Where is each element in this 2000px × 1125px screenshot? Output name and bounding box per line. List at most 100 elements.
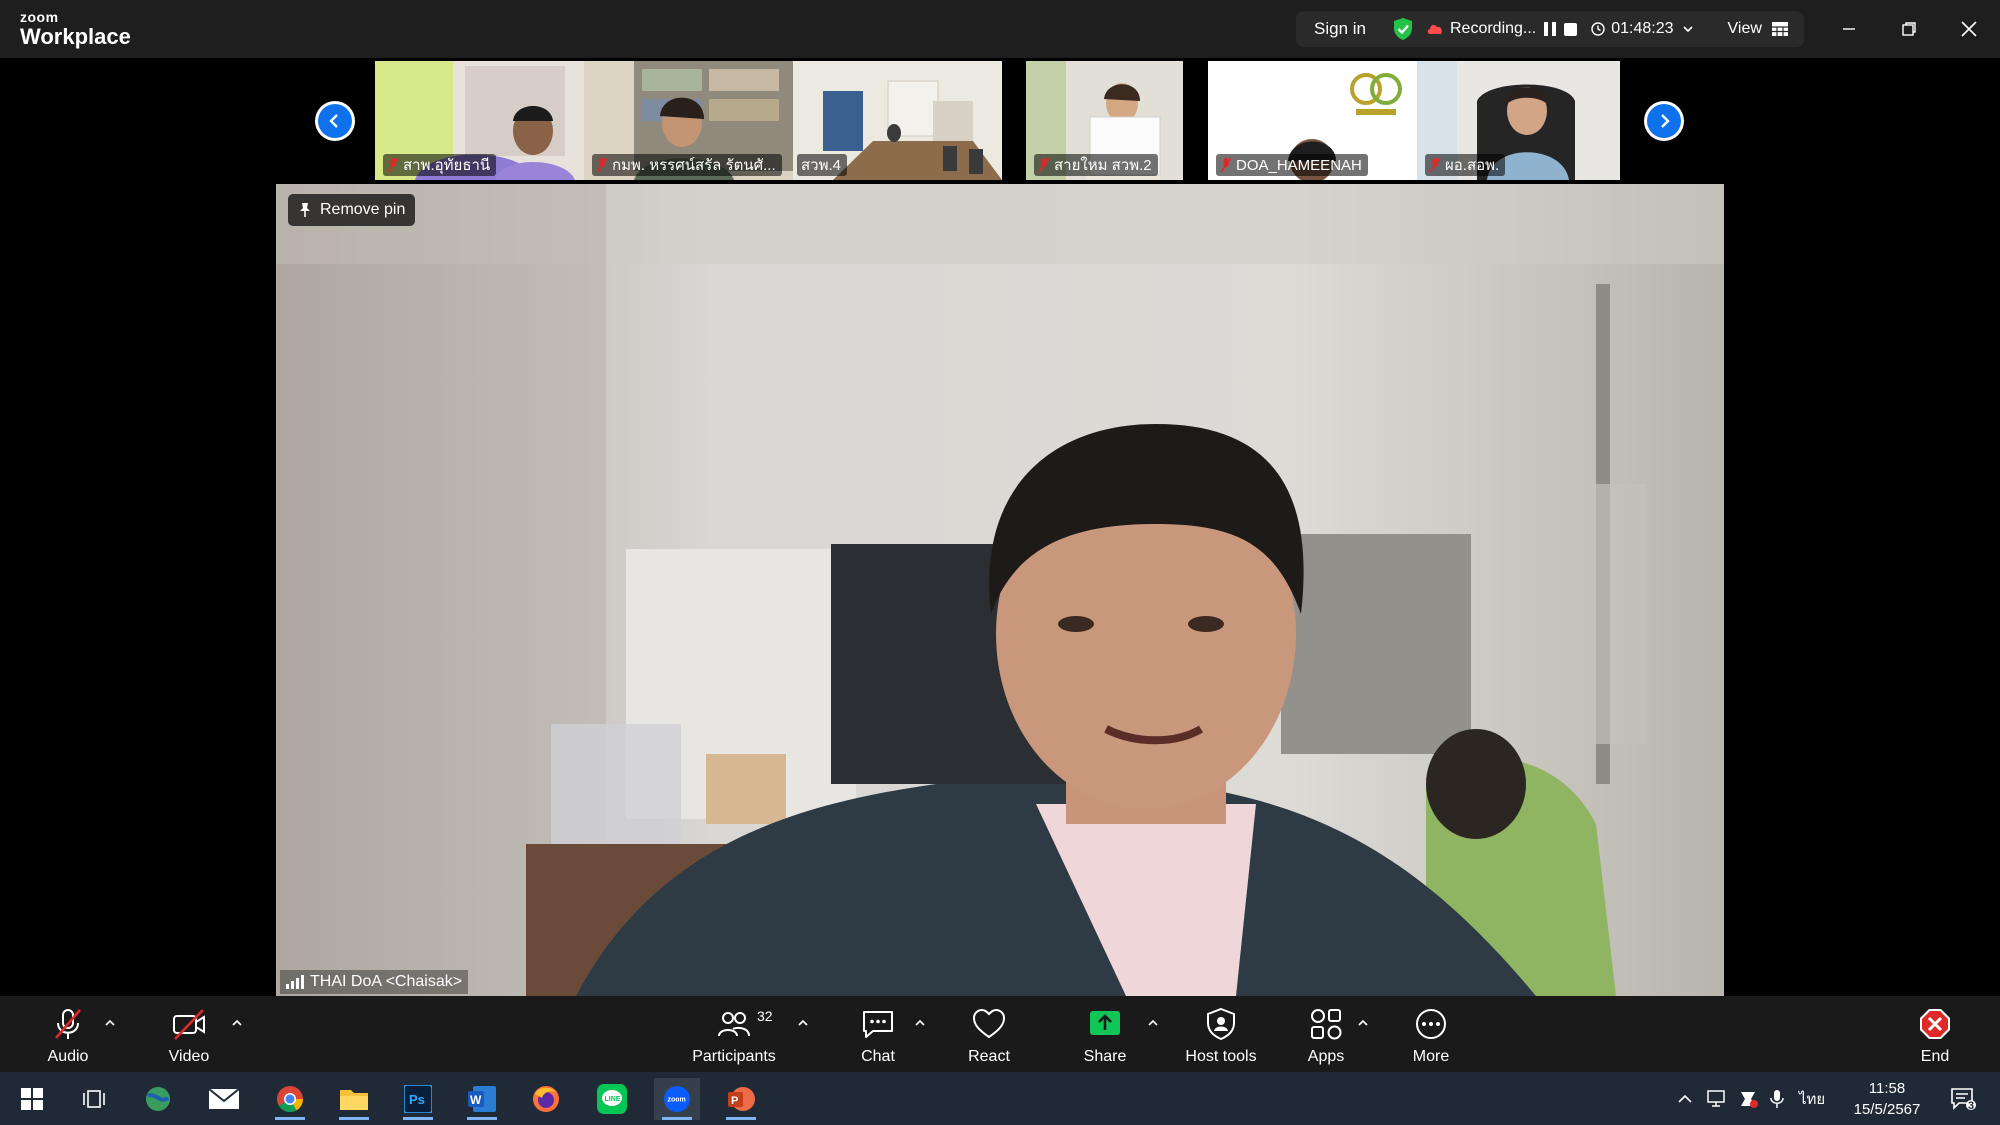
participant-name: DOA_HAMEENAH [1236, 156, 1362, 174]
video-button[interactable]: Video [134, 1006, 244, 1066]
taskbar-file-explorer[interactable] [331, 1078, 377, 1120]
chevron-down-icon[interactable] [1682, 23, 1694, 35]
powerpoint-icon: P [728, 1087, 755, 1111]
minimize-button[interactable] [1832, 12, 1866, 46]
apps-button[interactable]: Apps [1271, 1006, 1381, 1066]
participant-tile[interactable]: สวพ.4 [793, 61, 1002, 180]
participant-name-tag: สายใหม สวพ.2 [1034, 154, 1158, 176]
more-button[interactable]: More [1376, 1006, 1486, 1066]
encryption-shield-icon[interactable] [1392, 17, 1414, 41]
participant-name-tag: กมพ. หรรศน์สรัล รัตนศั... [592, 154, 782, 176]
participant-name-tag: DOA_HAMEENAH [1216, 154, 1368, 176]
participant-tile[interactable]: สาพ.อุทัยธานี [375, 61, 584, 180]
taskbar-globe-app[interactable] [135, 1078, 181, 1120]
end-label: End [1920, 1048, 1950, 1065]
network-icon[interactable] [1705, 1089, 1727, 1109]
taskbar-firefox[interactable] [523, 1078, 569, 1120]
svg-text:zoom: zoom [668, 1097, 686, 1104]
notification-center-button[interactable]: 3 [1940, 1078, 1986, 1120]
participant-tile[interactable]: สายใหม สวพ.2 [1026, 61, 1183, 180]
chat-options-chevron-up-icon[interactable] [913, 1018, 927, 1028]
participants-label: Participants [692, 1048, 776, 1065]
share-label: Share [1083, 1048, 1127, 1065]
taskbar-zoom[interactable]: zoom [654, 1078, 700, 1120]
taskbar-word[interactable]: W [459, 1078, 505, 1120]
chevron-left-icon [329, 114, 338, 128]
participant-tile[interactable]: กมพ. หรรศน์สรัล รัตนศั... [584, 61, 793, 180]
speaker-video-feed [276, 184, 1724, 996]
remove-pin-label: Remove pin [320, 201, 406, 218]
app-logo: zoom Workplace [20, 10, 131, 48]
microphone-icon[interactable] [1769, 1088, 1785, 1110]
taskbar-photoshop[interactable]: Ps [395, 1078, 441, 1120]
pinned-video[interactable]: Remove pin THAI DoA <Chaisak> [276, 184, 1724, 996]
react-button[interactable]: React [934, 1006, 1044, 1066]
previous-page-button[interactable] [315, 101, 355, 141]
video-options-chevron-up-icon[interactable] [230, 1018, 244, 1028]
title-bar: zoom Workplace Sign in Recording... 01:4… [0, 0, 2000, 58]
participants-options-chevron-up-icon[interactable] [796, 1018, 810, 1028]
taskbar-chrome[interactable] [267, 1078, 313, 1120]
show-hidden-icons-chevron-up-icon[interactable] [1675, 1089, 1695, 1109]
clock-icon [1591, 22, 1605, 36]
remove-pin-button[interactable]: Remove pin [288, 194, 416, 226]
taskbar-mail[interactable] [201, 1078, 247, 1120]
task-view-icon [83, 1090, 105, 1108]
restore-icon [1902, 22, 1916, 36]
mail-icon [208, 1088, 240, 1109]
chevron-right-icon [1661, 114, 1670, 128]
participant-name: สายใหม สวพ.2 [1054, 157, 1152, 174]
brand-big: Workplace [20, 24, 131, 49]
host-tools-button[interactable]: Host tools [1166, 1006, 1276, 1066]
system-clock[interactable]: 11:58 15/5/2567 [1838, 1078, 1936, 1120]
apps-options-chevron-up-icon[interactable] [1356, 1018, 1370, 1028]
minimize-icon [1843, 28, 1855, 30]
share-options-chevron-up-icon[interactable] [1146, 1018, 1160, 1028]
meeting-toolbar: Audio Video Participants 32 Chat React S… [0, 996, 2000, 1072]
more-icon [1416, 1009, 1446, 1039]
chat-button[interactable]: Chat [823, 1006, 933, 1066]
task-view-button[interactable] [71, 1078, 117, 1120]
end-icon [1920, 1009, 1950, 1039]
close-window-button[interactable] [1952, 12, 1986, 46]
svg-text:LINE: LINE [605, 1096, 621, 1103]
svg-text:Ps: Ps [409, 1092, 425, 1107]
audio-button[interactable]: Audio [13, 1006, 123, 1066]
view-button[interactable]: View [1728, 20, 1788, 38]
sign-in-link[interactable]: Sign in [1314, 19, 1366, 39]
svg-text:P: P [731, 1095, 738, 1107]
chat-label: Chat [861, 1048, 895, 1065]
participant-name-tag: สาพ.อุทัยธานี [383, 154, 497, 176]
audio-label: Audio [47, 1048, 89, 1065]
end-meeting-button[interactable]: End [1880, 1006, 1990, 1066]
audio-options-chevron-up-icon[interactable] [103, 1018, 117, 1028]
restore-button[interactable] [1892, 12, 1926, 46]
globe-app-icon [146, 1087, 170, 1111]
heart-icon [972, 1008, 1006, 1039]
chrome-icon [277, 1086, 304, 1113]
system-tray: ไทย [1675, 1072, 1825, 1125]
participant-tile[interactable]: DOA_HAMEENAH [1208, 61, 1417, 180]
windows-start-button[interactable] [9, 1078, 55, 1120]
word-icon: W [468, 1086, 496, 1112]
next-page-button[interactable] [1644, 101, 1684, 141]
folder-icon [340, 1090, 368, 1110]
muted-mic-icon [1429, 157, 1441, 173]
stop-recording-button[interactable] [1564, 22, 1578, 36]
taskbar-line[interactable]: LINE [589, 1078, 635, 1120]
svg-text:W: W [470, 1093, 482, 1107]
host-shield-icon [1207, 1007, 1235, 1041]
tray-app-icon[interactable] [1737, 1088, 1759, 1110]
pause-recording-button[interactable] [1544, 22, 1557, 36]
share-screen-icon [1090, 1011, 1120, 1035]
photoshop-icon: Ps [404, 1085, 432, 1113]
taskbar-powerpoint[interactable]: P [718, 1078, 764, 1120]
recording-status[interactable]: Recording... [1426, 20, 1536, 38]
apps-label: Apps [1307, 1048, 1345, 1065]
host-tools-label: Host tools [1185, 1048, 1257, 1065]
recording-label: Recording... [1449, 20, 1537, 37]
participant-name: สวพ.4 [801, 157, 841, 174]
share-button[interactable]: Share [1050, 1006, 1160, 1066]
input-language[interactable]: ไทย [1799, 1087, 1825, 1111]
participant-tile[interactable]: ผอ.สอพ. [1417, 61, 1620, 180]
